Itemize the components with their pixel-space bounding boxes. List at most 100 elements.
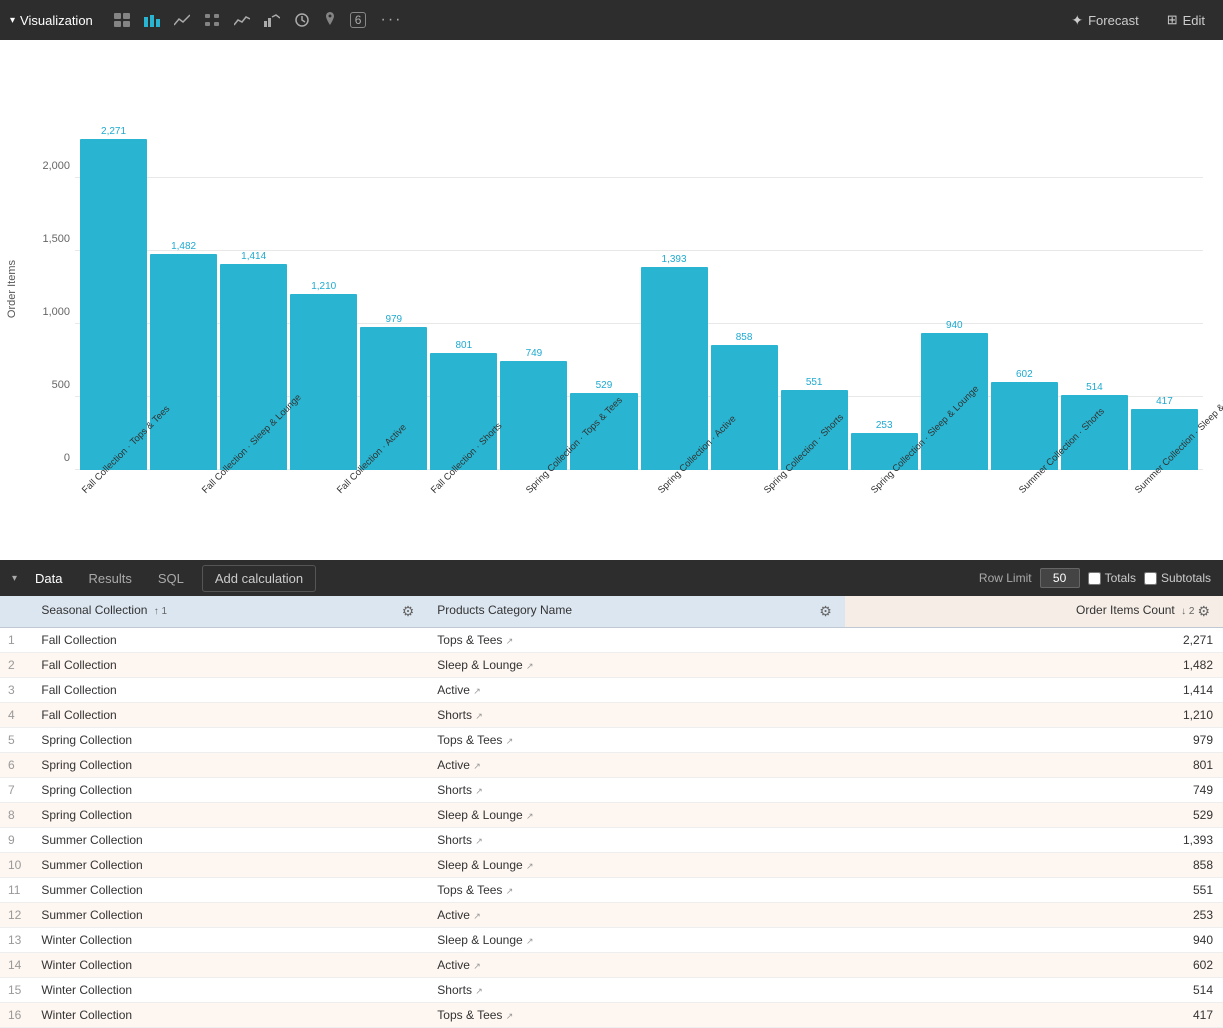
grid-label: 1,000: [30, 306, 70, 318]
bar-rect[interactable]: [80, 139, 147, 470]
edit-button[interactable]: ⊞ Edit: [1159, 8, 1213, 32]
x-label-item: Fall Collection · Tops & Tees: [80, 470, 200, 485]
bar-value: 2,271: [101, 126, 126, 137]
bar-value: 529: [596, 380, 613, 391]
chart-area: Order Items 05001,0001,5002,000 2,2711,4…: [0, 40, 1223, 560]
bar-group[interactable]: 940: [921, 320, 988, 470]
x-label-item: Spring Collection · Sleep & Lounge: [869, 470, 1017, 485]
row-num-cell: 7: [0, 778, 31, 803]
bar-value: 551: [806, 377, 823, 388]
table-row: 6Spring CollectionActive ↗801: [0, 753, 1223, 778]
grid-label: 1,500: [30, 233, 70, 245]
seasonal-collection-cell: Summer Collection: [31, 903, 427, 928]
bar-value: 1,393: [662, 254, 687, 265]
bar-rect[interactable]: [711, 345, 778, 470]
bar-rect[interactable]: [360, 327, 427, 470]
col-order-items-count: Order Items Count ↓ 2 ⚙: [845, 596, 1223, 628]
table-row: 10Summer CollectionSleep & Lounge ↗858: [0, 853, 1223, 878]
area-chart-icon[interactable]: [229, 10, 255, 30]
bar-value: 749: [526, 348, 543, 359]
data-table-container: ⚙ Seasonal Collection ↑ 1 ⚙ Products Cat…: [0, 596, 1223, 1028]
forecast-icon: ✦: [1071, 12, 1083, 29]
table-row: 13Winter CollectionSleep & Lounge ↗940: [0, 928, 1223, 953]
grid-label: 500: [30, 379, 70, 391]
table-body: 1Fall CollectionTops & Tees ↗2,2712Fall …: [0, 628, 1223, 1028]
bar-group[interactable]: 1,393: [641, 254, 708, 470]
order-items-count-cell: 551: [845, 878, 1223, 903]
line-chart-icon[interactable]: [169, 10, 195, 30]
x-label-item: Summer Collection · Shorts: [1017, 470, 1133, 485]
row-limit-label: Row Limit: [979, 571, 1032, 585]
tab-results[interactable]: Results: [77, 566, 144, 591]
bar-rect[interactable]: [150, 254, 217, 470]
seasonal-collection-cell: Winter Collection: [31, 953, 427, 978]
totals-checkbox[interactable]: [1088, 572, 1101, 585]
chevron-down-icon: ▾: [10, 15, 15, 26]
bar-value: 253: [876, 420, 893, 431]
bar-value: 514: [1086, 382, 1103, 393]
row-num-cell: 3: [0, 678, 31, 703]
bar-group[interactable]: 529: [570, 380, 637, 470]
bar-group[interactable]: 2,271: [80, 126, 147, 470]
seasonal-collection-cell: Spring Collection: [31, 728, 427, 753]
table-row: 3Fall CollectionActive ↗1,414: [0, 678, 1223, 703]
table-row: 2Fall CollectionSleep & Lounge ↗1,482: [0, 653, 1223, 678]
badge-icon[interactable]: 6: [345, 9, 372, 31]
bar-group[interactable]: 979: [360, 314, 427, 470]
history-icon[interactable]: [289, 9, 315, 31]
combo-icon[interactable]: [259, 10, 285, 30]
category-name-cell: Shorts ↗: [427, 703, 845, 728]
bar-value: 940: [946, 320, 963, 331]
chevron-down-icon-data: ▾: [12, 573, 17, 584]
seasonal-collection-cell: Summer Collection: [31, 828, 427, 853]
table-header-row: ⚙ Seasonal Collection ↑ 1 ⚙ Products Cat…: [0, 596, 1223, 628]
bar-chart-icon[interactable]: [139, 10, 165, 30]
row-num-header: [0, 596, 31, 628]
order-items-count-cell: 1,210: [845, 703, 1223, 728]
bar-value: 602: [1016, 369, 1033, 380]
col1-label: Seasonal Collection: [41, 603, 147, 617]
row-limit-section: Row Limit Totals Subtotals: [979, 568, 1211, 588]
tab-data[interactable]: Data: [23, 566, 74, 591]
col2-label: Products Category Name: [437, 603, 572, 617]
bar-rect[interactable]: [641, 267, 708, 470]
bar-group[interactable]: 749: [500, 348, 567, 470]
subtotals-checkbox[interactable]: [1144, 572, 1157, 585]
bars-container: 2,2711,4821,4141,2109798017495291,393858…: [75, 120, 1203, 470]
row-num-cell: 12: [0, 903, 31, 928]
category-name-cell: Shorts ↗: [427, 778, 845, 803]
col1-settings-icon[interactable]: ⚙: [399, 603, 418, 620]
add-calculation-button[interactable]: Add calculation: [202, 565, 316, 592]
bar-group[interactable]: 801: [430, 340, 497, 470]
more-icon[interactable]: ···: [375, 8, 407, 32]
bar-group[interactable]: 1,210: [290, 281, 357, 470]
seasonal-collection-cell: Fall Collection: [31, 653, 427, 678]
bar-group[interactable]: 1,482: [150, 241, 217, 470]
category-name-cell: Sleep & Lounge ↗: [427, 653, 845, 678]
order-items-count-cell: 1,482: [845, 653, 1223, 678]
table-row: 12Summer CollectionActive ↗253: [0, 903, 1223, 928]
seasonal-collection-cell: Summer Collection: [31, 853, 427, 878]
subtotals-checkbox-label: Subtotals: [1144, 571, 1211, 585]
category-name-cell: Shorts ↗: [427, 828, 845, 853]
table-row: 14Winter CollectionActive ↗602: [0, 953, 1223, 978]
forecast-button[interactable]: ✦ Forecast: [1063, 8, 1146, 33]
category-name-cell: Tops & Tees ↗: [427, 628, 845, 653]
map-icon[interactable]: [319, 9, 341, 31]
bar-group[interactable]: 858: [711, 332, 778, 470]
row-num-cell: 11: [0, 878, 31, 903]
row-limit-input[interactable]: [1040, 568, 1080, 588]
order-items-count-cell: 979: [845, 728, 1223, 753]
table-row: 1Fall CollectionTops & Tees ↗2,271: [0, 628, 1223, 653]
seasonal-collection-cell: Summer Collection: [31, 878, 427, 903]
col2-settings-icon[interactable]: ⚙: [816, 603, 835, 620]
table-view-icon[interactable]: [109, 10, 135, 30]
tab-sql[interactable]: SQL: [146, 566, 196, 591]
bar-rect[interactable]: [290, 294, 357, 470]
bar-group[interactable]: 602: [991, 369, 1058, 470]
scatter-icon[interactable]: [199, 10, 225, 30]
order-items-count-cell: 801: [845, 753, 1223, 778]
col3-settings-icon[interactable]: ⚙: [1194, 603, 1213, 620]
order-items-count-cell: 940: [845, 928, 1223, 953]
toolbar-right: ✦ Forecast ⊞ Edit: [1063, 8, 1213, 33]
